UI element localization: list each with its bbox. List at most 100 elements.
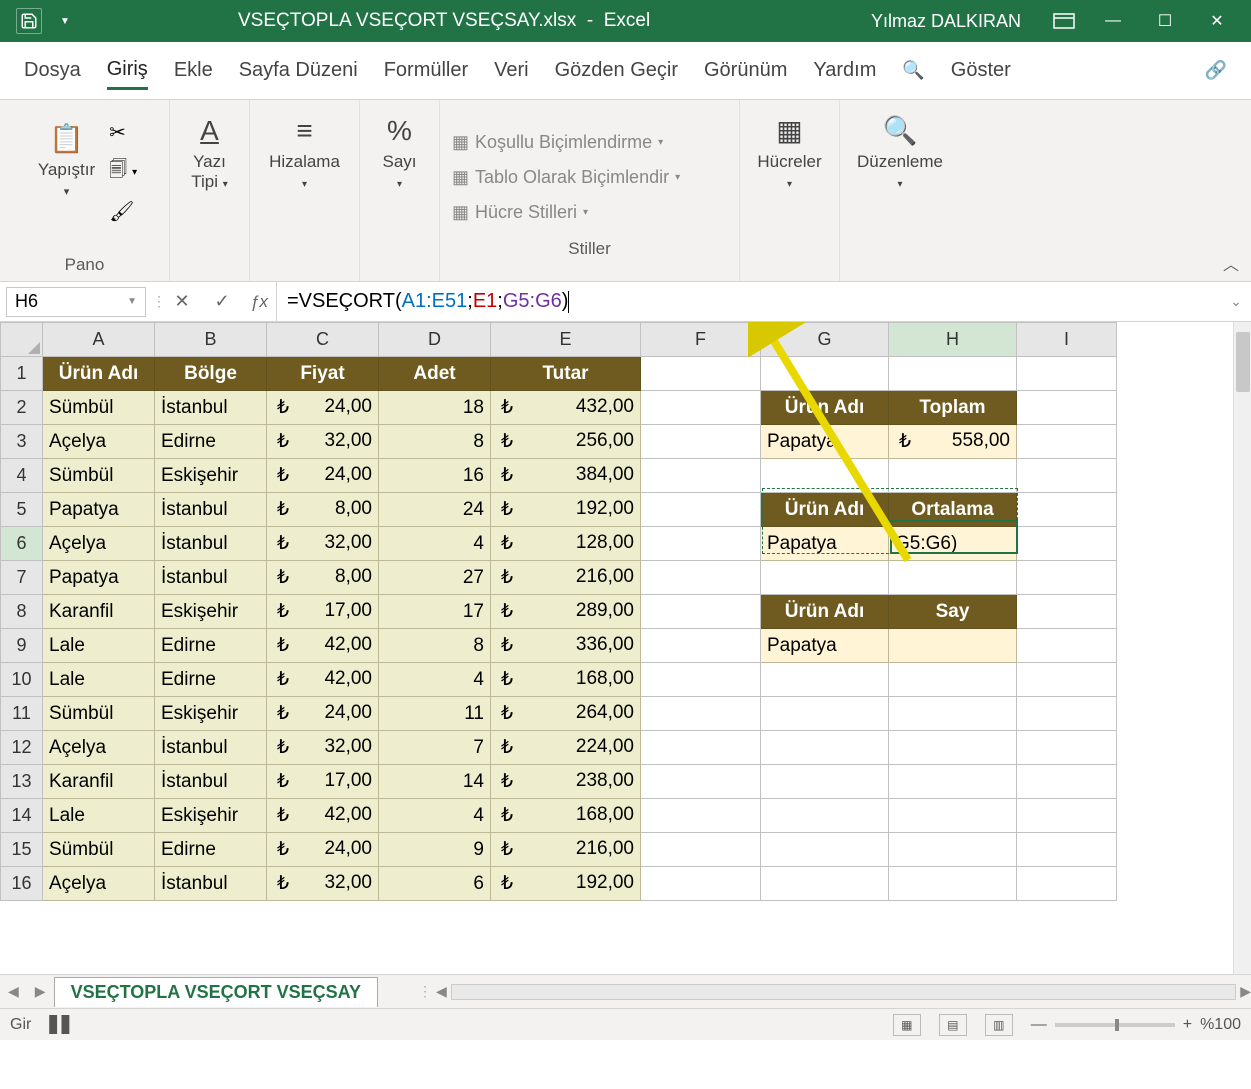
cell-B7[interactable]: İstanbul [155, 561, 267, 595]
cell-I6[interactable] [1017, 527, 1117, 561]
page-break-view-button[interactable]: ▥ [985, 1014, 1013, 1036]
spreadsheet-grid[interactable]: ABCDEFGHI1Ürün AdıBölgeFiyatAdetTutar2Sü… [0, 322, 1251, 974]
cell-B16[interactable]: İstanbul [155, 867, 267, 901]
fx-icon[interactable]: ƒx [242, 282, 277, 321]
cell-E5[interactable]: ₺192,00 [491, 493, 641, 527]
cell-D15[interactable]: 9 [379, 833, 491, 867]
cell-E16[interactable]: ₺192,00 [491, 867, 641, 901]
save-icon[interactable] [16, 8, 42, 34]
macro-record-icon[interactable]: ▋▋ [49, 1015, 74, 1035]
normal-view-button[interactable]: ▦ [893, 1014, 921, 1036]
cell-E10[interactable]: ₺168,00 [491, 663, 641, 697]
cell-I7[interactable] [1017, 561, 1117, 595]
cell-A9[interactable]: Lale [43, 629, 155, 663]
cell-C3[interactable]: ₺32,00 [267, 425, 379, 459]
cell-E6[interactable]: ₺128,00 [491, 527, 641, 561]
cell-D16[interactable]: 6 [379, 867, 491, 901]
zoom-out-button[interactable]: — [1031, 1016, 1047, 1034]
cell-F5[interactable] [641, 493, 761, 527]
cell-D9[interactable]: 8 [379, 629, 491, 663]
row-header-10[interactable]: 10 [1, 663, 43, 697]
cell-E15[interactable]: ₺216,00 [491, 833, 641, 867]
row-header-13[interactable]: 13 [1, 765, 43, 799]
cell-B9[interactable]: Edirne [155, 629, 267, 663]
cell-I1[interactable] [1017, 357, 1117, 391]
cell-F16[interactable] [641, 867, 761, 901]
cell-A14[interactable]: Lale [43, 799, 155, 833]
column-header-C[interactable]: C [267, 323, 379, 357]
cell-E4[interactable]: ₺384,00 [491, 459, 641, 493]
cell-I14[interactable] [1017, 799, 1117, 833]
cell-E9[interactable]: ₺336,00 [491, 629, 641, 663]
row-header-7[interactable]: 7 [1, 561, 43, 595]
cell-F1[interactable] [641, 357, 761, 391]
cell-E13[interactable]: ₺238,00 [491, 765, 641, 799]
column-header-F[interactable]: F [641, 323, 761, 357]
name-box[interactable]: H6▼ [6, 287, 146, 317]
cell-D12[interactable]: 7 [379, 731, 491, 765]
cell-G16[interactable] [761, 867, 889, 901]
cell-G8[interactable]: Ürün Adı [761, 595, 889, 629]
cell-D11[interactable]: 11 [379, 697, 491, 731]
paste-button[interactable]: 📋 Yapıştır▾ [32, 114, 101, 204]
cell-A12[interactable]: Açelya [43, 731, 155, 765]
cut-icon[interactable]: ✂ [109, 120, 137, 145]
cell-A1[interactable]: Ürün Adı [43, 357, 155, 391]
tab-yardim[interactable]: Yardım [813, 53, 876, 88]
cell-E8[interactable]: ₺289,00 [491, 595, 641, 629]
row-header-3[interactable]: 3 [1, 425, 43, 459]
cell-B15[interactable]: Edirne [155, 833, 267, 867]
cell-H10[interactable] [889, 663, 1017, 697]
cell-F8[interactable] [641, 595, 761, 629]
cancel-formula-button[interactable]: ✕ [162, 291, 202, 312]
ribbon-options-icon[interactable] [1041, 13, 1087, 29]
cell-B11[interactable]: Eskişehir [155, 697, 267, 731]
cell-A8[interactable]: Karanfil [43, 595, 155, 629]
cell-F9[interactable] [641, 629, 761, 663]
cell-F11[interactable] [641, 697, 761, 731]
tab-gorunum[interactable]: Görünüm [704, 53, 787, 88]
select-all-corner[interactable] [1, 323, 43, 357]
cell-D10[interactable]: 4 [379, 663, 491, 697]
cell-E1[interactable]: Tutar [491, 357, 641, 391]
cell-C15[interactable]: ₺24,00 [267, 833, 379, 867]
cell-F10[interactable] [641, 663, 761, 697]
alignment-group[interactable]: ≡Hizalama ▾ [262, 106, 347, 196]
cell-H13[interactable] [889, 765, 1017, 799]
tab-nav-next-icon[interactable]: ▶ [27, 983, 54, 1000]
row-header-16[interactable]: 16 [1, 867, 43, 901]
cell-I9[interactable] [1017, 629, 1117, 663]
share-button[interactable]: 🔗 [1205, 60, 1227, 81]
cell-H9[interactable] [889, 629, 1017, 663]
zoom-level[interactable]: %100 [1200, 1016, 1241, 1034]
cell-I8[interactable] [1017, 595, 1117, 629]
cell-D7[interactable]: 27 [379, 561, 491, 595]
collapse-ribbon-icon[interactable]: ︿ [1211, 245, 1251, 281]
cell-F4[interactable] [641, 459, 761, 493]
cell-I15[interactable] [1017, 833, 1117, 867]
cell-A3[interactable]: Açelya [43, 425, 155, 459]
cell-A10[interactable]: Lale [43, 663, 155, 697]
cell-G10[interactable] [761, 663, 889, 697]
cell-B12[interactable]: İstanbul [155, 731, 267, 765]
cell-B4[interactable]: Eskişehir [155, 459, 267, 493]
cell-C1[interactable]: Fiyat [267, 357, 379, 391]
tab-giris[interactable]: Giriş [107, 52, 148, 90]
cell-H14[interactable] [889, 799, 1017, 833]
cell-D6[interactable]: 4 [379, 527, 491, 561]
row-header-4[interactable]: 4 [1, 459, 43, 493]
cell-F6[interactable] [641, 527, 761, 561]
expand-formula-bar-icon[interactable]: ⌄ [1221, 293, 1251, 310]
cell-B3[interactable]: Edirne [155, 425, 267, 459]
cell-E12[interactable]: ₺224,00 [491, 731, 641, 765]
row-header-15[interactable]: 15 [1, 833, 43, 867]
cell-A16[interactable]: Açelya [43, 867, 155, 901]
format-as-table-button[interactable]: ▦Tablo Olarak Biçimlendir ▾ [452, 163, 680, 192]
cell-C14[interactable]: ₺42,00 [267, 799, 379, 833]
cell-D13[interactable]: 14 [379, 765, 491, 799]
cell-B5[interactable]: İstanbul [155, 493, 267, 527]
cell-F13[interactable] [641, 765, 761, 799]
column-header-A[interactable]: A [43, 323, 155, 357]
cell-B13[interactable]: İstanbul [155, 765, 267, 799]
close-button[interactable]: ✕ [1191, 11, 1243, 31]
